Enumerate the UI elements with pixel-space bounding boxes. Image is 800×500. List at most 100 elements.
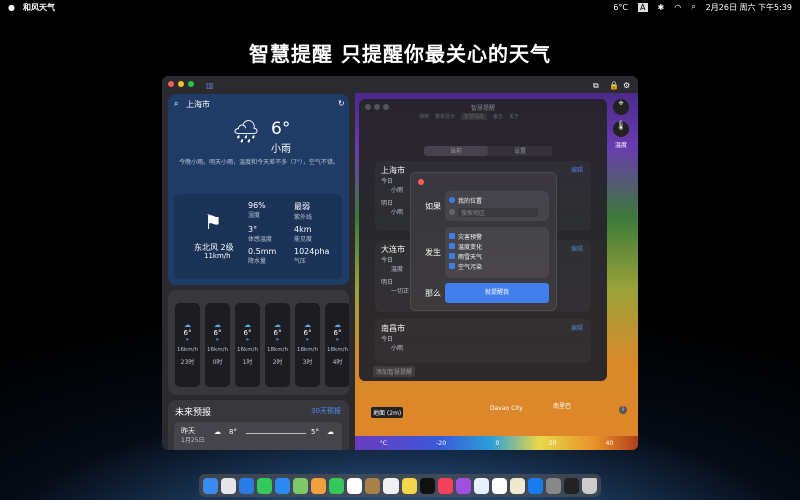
hour-temp: 6° <box>183 329 192 337</box>
podcasts-icon[interactable] <box>455 477 471 494</box>
search-icon[interactable]: ⌕ <box>691 2 695 12</box>
city-alert-card: 南昌市 编辑 今日 小雨 <box>375 319 591 363</box>
headline: 智慧提醒 只提醒你最关心的天气 <box>249 42 551 66</box>
detail-label: 湿度 <box>248 212 261 219</box>
tv-icon[interactable] <box>419 477 435 494</box>
facetime-icon[interactable] <box>329 477 345 494</box>
pages-icon[interactable] <box>509 477 525 494</box>
rain-cloud-icon: 🌧 <box>232 120 260 145</box>
cloud-icon: ☁ <box>304 321 311 329</box>
tab-menu[interactable]: 菜单显示 <box>435 113 455 120</box>
wind-arrow-icon: ➤ <box>335 337 340 343</box>
messages-icon[interactable] <box>257 477 273 494</box>
locate-icon[interactable]: ⌖ <box>613 99 629 115</box>
tab-memo[interactable]: 备忘 <box>493 113 503 120</box>
edit-link[interactable]: 编辑 <box>571 165 583 174</box>
system-preferences-icon[interactable] <box>545 477 561 494</box>
maps-icon[interactable] <box>293 477 309 494</box>
app-store-icon[interactable] <box>527 477 543 494</box>
keynote-icon[interactable] <box>473 477 489 494</box>
hour-time: 23时 <box>180 359 195 366</box>
reminders-icon[interactable] <box>383 477 399 494</box>
search-region-input[interactable]: 搜索地区 <box>449 207 549 217</box>
option-label: 空气污染 <box>458 263 483 271</box>
option-temperature[interactable]: 温度变化 <box>449 241 545 251</box>
input-source[interactable]: A <box>638 2 648 12</box>
current-temp: 6° <box>271 119 291 139</box>
edit-link[interactable]: 编辑 <box>571 323 583 332</box>
option-rain-snow[interactable]: 雨雪天气 <box>449 251 545 261</box>
tab-about[interactable]: 关于 <box>509 113 519 120</box>
option-label: 温度变化 <box>458 243 483 251</box>
smart-alert-window: 智慧提醒 通用 菜单显示 智慧提醒 备忘 关于 当前 设置 上海市 编辑 今日 … <box>359 99 607 381</box>
inner-title: 智慧提醒 <box>470 105 495 112</box>
hour-time: 3时 <box>302 359 313 366</box>
clock[interactable]: 2月26日 周六 下午5:39 <box>706 2 792 13</box>
segment-current[interactable]: 当前 <box>424 146 488 156</box>
thermometer-icon[interactable]: 🌡 <box>613 121 629 137</box>
mail-icon[interactable] <box>275 477 291 494</box>
edit-link[interactable]: 编辑 <box>571 244 583 253</box>
share-icon[interactable]: ⧉ <box>593 81 599 91</box>
calendar-icon[interactable] <box>347 477 363 494</box>
traffic-lights: ▥ <box>168 81 214 90</box>
menu-bar: ● 和风天气 6°C A ✱ ◠ ⌕ 2月26日 周六 下午5:39 <box>0 0 800 14</box>
contacts-icon[interactable] <box>365 477 381 494</box>
numbers-icon[interactable] <box>491 477 507 494</box>
detail-precip: 0.5mm 降水量 <box>248 247 294 265</box>
tab-smart-alert[interactable]: 智慧提醒 <box>461 113 488 120</box>
then-label: 那么 <box>425 289 441 298</box>
wifi-icon[interactable]: ◠ <box>674 3 681 12</box>
city-icon[interactable]: ▥ <box>206 81 214 90</box>
legend-tick: 0 <box>495 439 500 447</box>
hour-temp: 6° <box>273 329 282 337</box>
close-button[interactable] <box>418 179 424 185</box>
hour-time: 4时 <box>332 359 343 366</box>
gear-icon[interactable]: ⚙ <box>623 81 630 90</box>
music-icon[interactable] <box>437 477 453 494</box>
search-icon[interactable]: ⌕ <box>174 99 178 109</box>
city-name[interactable]: 上海市 <box>186 99 210 110</box>
notes-icon[interactable] <box>401 477 417 494</box>
tab-general[interactable]: 通用 <box>419 113 429 120</box>
finder-icon[interactable] <box>203 477 219 494</box>
refresh-icon[interactable]: ↻ <box>338 99 345 108</box>
add-smart-alert-button[interactable]: 添加智慧提醒 <box>373 366 416 377</box>
lock-icon[interactable]: 🔒 <box>609 81 619 90</box>
detail-label: 降水量 <box>248 258 267 265</box>
minimize-button[interactable] <box>178 81 184 87</box>
hourly-item: ☁ 6° ➤ 16km/h 0时 <box>205 303 230 387</box>
apple-icon[interactable]: ● <box>8 3 15 12</box>
cloud-icon: ☁ <box>214 428 221 436</box>
safari-icon[interactable] <box>239 477 255 494</box>
condition-box: 灾害预警 温度变化 雨雪天气 空气污染 <box>445 227 549 278</box>
cloud-icon: ☁ <box>244 321 251 329</box>
hourly-forecast[interactable]: ☁ 6° ➤ 16km/h 23时 ☁ 6° ➤ 16km/h 0时 ☁ 6° ➤ … <box>168 290 349 395</box>
option-disaster[interactable]: 灾害预警 <box>449 231 545 241</box>
option-air-pollution[interactable]: 空气污染 <box>449 261 545 271</box>
hour-temp: 6° <box>333 329 342 337</box>
zoom-button[interactable] <box>188 81 194 87</box>
details-grid: 96% 湿度 最弱 紫外线 3° 体感温度 4km 能见度 0.5mm 降水量 1024p… <box>248 201 340 265</box>
photos-icon[interactable] <box>311 477 327 494</box>
weather-app-icon[interactable] <box>563 477 579 494</box>
hourly-item: ☁ 6° ➤ 16km/h 1时 <box>235 303 260 387</box>
app-menu[interactable]: 和风天气 <box>23 2 55 13</box>
bluetooth-icon[interactable]: ✱ <box>658 3 665 12</box>
trash-icon[interactable] <box>581 477 598 494</box>
segment-settings[interactable]: 设置 <box>488 146 552 156</box>
alert-rule-dialog: 如果 我的位置 搜索地区 发生 灾害预警 温度变化 雨雪天气 空气污染 那么 就… <box>410 172 557 311</box>
close-button[interactable] <box>168 81 174 87</box>
cloud-icon: ☁ <box>274 321 281 329</box>
detail-label: 紫外线 <box>294 214 313 221</box>
altitude-label[interactable]: 地面 (2m) <box>371 407 404 418</box>
layer-label: 温度 <box>615 142 628 149</box>
info-icon[interactable]: i <box>619 406 627 414</box>
detail-label: 能见度 <box>294 236 313 243</box>
30-day-link[interactable]: 30天预报 <box>311 406 341 416</box>
my-location-radio[interactable]: 我的位置 <box>449 195 549 205</box>
forecast-row[interactable]: 昨天 1月25日 ☁ 8° 5° ☁ <box>174 422 342 450</box>
weather-status-item[interactable]: 6°C <box>613 3 628 12</box>
launchpad-icon[interactable] <box>221 477 237 494</box>
remind-me-button[interactable]: 就提醒我 <box>445 283 549 303</box>
